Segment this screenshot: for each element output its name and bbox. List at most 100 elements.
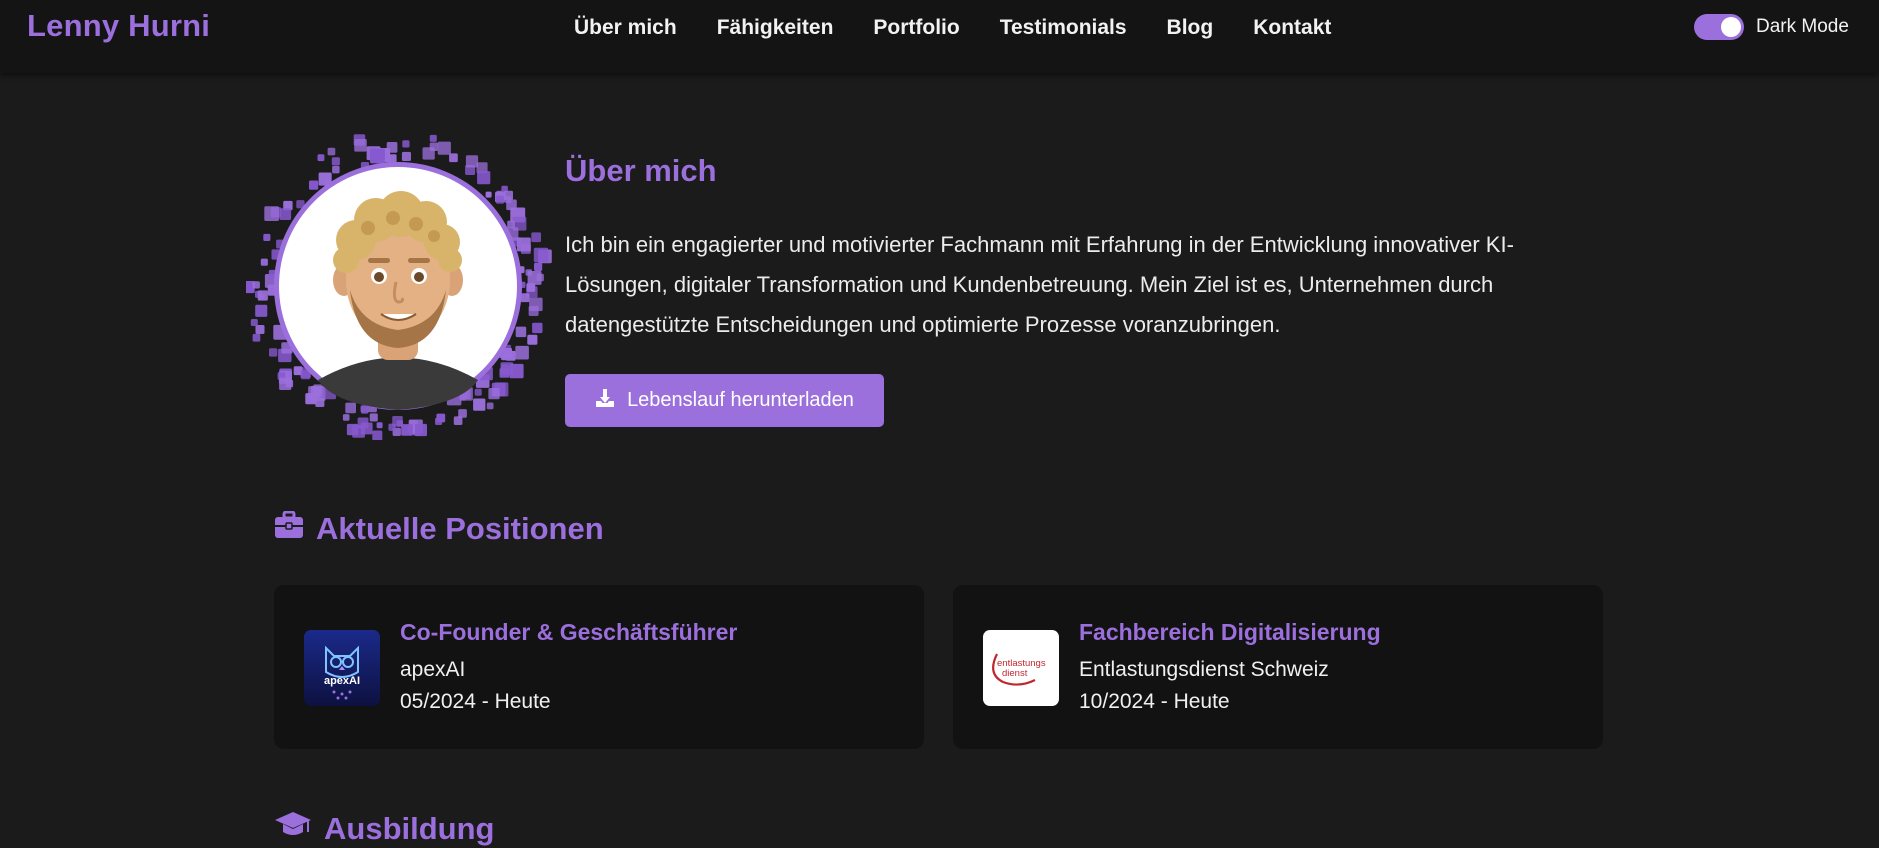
pixel-square [327,147,336,156]
pixel-square [449,153,458,163]
pixel-square [534,262,543,271]
pixel-square [332,165,340,174]
pixel-square [437,141,451,155]
position-company: Entlastungsdienst Schweiz [1079,658,1329,681]
pixel-square [525,269,532,276]
nav-link-faehigkeiten[interactable]: Fähigkeiten [717,14,834,42]
pixel-square [345,402,356,414]
pixel-square [269,348,278,357]
position-card: entlastungs dienst Fachbereich Digitalis… [953,585,1603,749]
pixel-square [526,283,536,292]
download-icon [595,388,615,414]
navbar: Lenny Hurni Über mich Fähigkeiten Portfo… [0,0,1879,73]
pixel-square [331,157,340,166]
positions-heading-text: Aktuelle Positionen [316,511,604,546]
pixel-square [533,247,549,263]
pixel-square [507,220,515,229]
pixel-square [414,423,427,437]
pixel-square [501,354,508,361]
pixel-square [369,413,378,422]
avatar-image [246,134,552,440]
pixel-square [532,322,543,334]
pixel-square [528,306,539,316]
pixel-square [429,134,437,142]
pixel-square [388,423,396,431]
pixel-square [520,293,530,303]
pixel-square [536,273,544,282]
nav-link-ueber-mich[interactable]: Über mich [574,14,677,42]
pixel-square [252,333,261,342]
nav-link-kontakt[interactable]: Kontakt [1253,14,1331,42]
pixel-square [527,334,538,345]
pixel-square [402,140,410,148]
pixel-square [250,319,258,326]
download-cv-button[interactable]: Lebenslauf herunterladen [565,374,884,427]
pixel-square [477,171,491,185]
position-card: apexAI Co-Founder & Geschäftsführer apex… [274,585,924,749]
pixel-square [465,155,479,168]
dark-mode-label: Dark Mode [1756,16,1849,37]
pixel-square [257,290,268,301]
about-title: Über mich [565,153,717,188]
pixel-square [263,233,271,241]
pixel-square [342,414,350,421]
pixel-square [485,191,492,198]
pixel-square [372,430,383,440]
about-text: Ich bin ein engagierter und motivierter … [565,232,1514,337]
pixel-square [486,402,494,410]
pixel-square [370,148,385,164]
nav-link-portfolio[interactable]: Portfolio [873,14,959,42]
position-title: Fachbereich Digitalisierung [1079,619,1381,645]
apexai-logo: apexAI [304,630,380,706]
entlastungsdienst-logo: entlastungs dienst [983,630,1059,706]
position-date: 10/2024 - Heute [1079,690,1230,713]
pixel-square [279,208,292,220]
graduation-cap-icon [274,810,312,848]
pixel-square [260,258,268,266]
dark-mode-toggle[interactable]: Dark Mode [1694,14,1849,40]
pixel-square [516,237,531,252]
pixel-square [309,180,319,190]
pixel-square [435,417,443,425]
svg-text:apexAI: apexAI [324,675,360,687]
briefcase-icon [274,510,304,547]
pixel-square [361,406,369,414]
pixel-square [506,199,517,211]
pixel-square [264,206,279,221]
pixel-square [488,388,500,400]
pixel-square [285,379,294,388]
nav-link-blog[interactable]: Blog [1167,14,1214,42]
avatar [246,130,556,440]
toggle-switch[interactable] [1694,14,1744,40]
nav-link-testimonials[interactable]: Testimonials [1000,14,1127,42]
pixel-square [495,195,505,204]
pixel-square [401,151,411,161]
education-heading-text: Ausbildung [324,811,495,846]
pixel-square [531,232,541,243]
toggle-knob [1721,17,1741,37]
pixel-square [354,139,367,152]
download-cv-label: Lebenslauf herunterladen [627,389,854,411]
pixel-square [515,326,527,338]
pixel-square [357,417,369,429]
pixel-square [255,304,268,317]
pixel-square [474,388,482,396]
pixel-square [515,345,529,360]
pixel-square [252,281,260,289]
pixel-square [473,398,486,411]
position-title: Co-Founder & Geschäftsführer [400,619,738,645]
pixel-square [422,147,435,160]
pixel-square [308,386,320,398]
position-date: 05/2024 - Heute [400,690,551,713]
pixel-square [453,416,463,425]
positions-heading: Aktuelle Positionen [274,510,604,547]
pixel-square [255,325,265,334]
pixel-square [376,422,383,429]
pixel-square [317,154,325,162]
education-heading: Ausbildung [274,810,494,848]
position-company: apexAI [400,658,466,681]
brand-logo[interactable]: Lenny Hurni [27,8,210,44]
main-nav: Über mich Fähigkeiten Portfolio Testimon… [574,14,1331,42]
pixel-square [509,363,524,379]
svg-text:dienst: dienst [1002,668,1028,679]
